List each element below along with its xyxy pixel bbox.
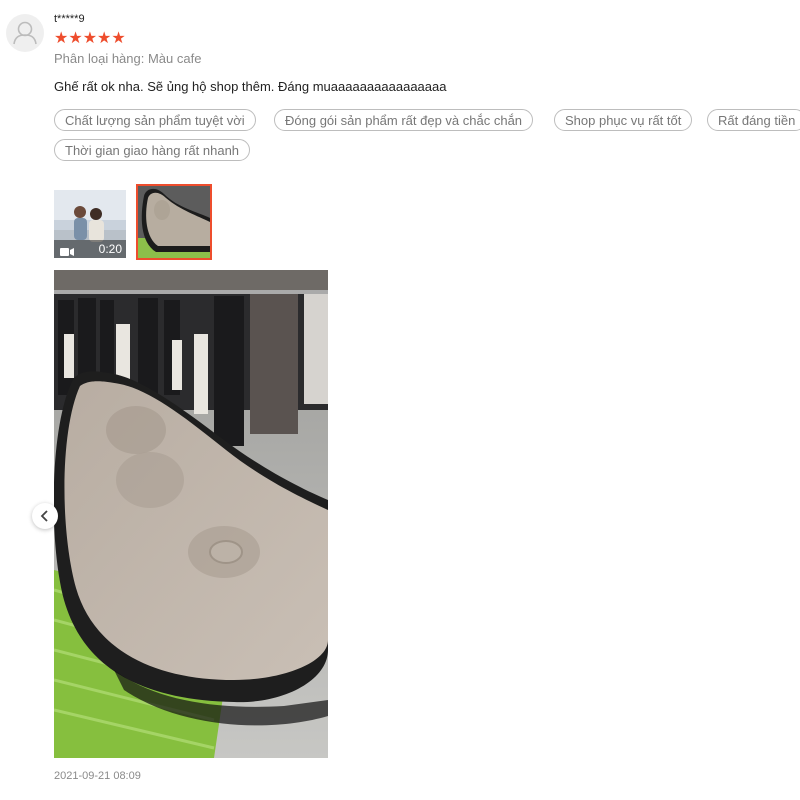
user-silhouette-icon <box>13 21 37 45</box>
chair-thumbnail-image <box>138 186 210 258</box>
review-tag[interactable]: Thời gian giao hàng rất nhanh <box>54 139 251 161</box>
review-tag[interactable]: Rất đáng tiền <box>707 109 800 131</box>
chevron-left-icon <box>40 510 48 522</box>
star-icon: ★ <box>68 30 83 47</box>
review-main-image[interactable] <box>54 270 328 758</box>
rating-stars: ★★★★★ <box>54 31 126 47</box>
video-camera-icon <box>60 244 74 258</box>
video-duration-bar: 0:20 <box>54 240 126 258</box>
review-tag[interactable]: Đóng gói sản phẩm rất đẹp và chắc chắn <box>274 109 534 131</box>
image-thumbnail-selected[interactable] <box>136 184 212 260</box>
video-thumbnail[interactable]: 0:20 <box>54 190 126 258</box>
review-tag[interactable]: Chất lượng sản phẩm tuyệt vời <box>54 109 256 131</box>
reviewer-username: t*****9 <box>54 13 85 25</box>
product-variation: Phân loại hàng: Màu cafe <box>54 51 202 66</box>
inflatable-chair-photo <box>54 270 328 758</box>
avatar[interactable] <box>6 14 44 52</box>
star-icon: ★ <box>54 30 69 47</box>
previous-image-button[interactable] <box>32 503 58 529</box>
review-tag[interactable]: Shop phục vụ rất tốt <box>554 109 693 131</box>
review-comment: Ghế rất ok nha. Sẽ ủng hộ shop thêm. Đán… <box>54 79 447 94</box>
star-icon: ★ <box>82 30 98 47</box>
star-icon: ★ <box>111 30 126 47</box>
video-duration: 0:20 <box>98 242 122 256</box>
star-icon: ★ <box>97 30 112 47</box>
review-timestamp: 2021-09-21 08:09 <box>54 770 141 782</box>
